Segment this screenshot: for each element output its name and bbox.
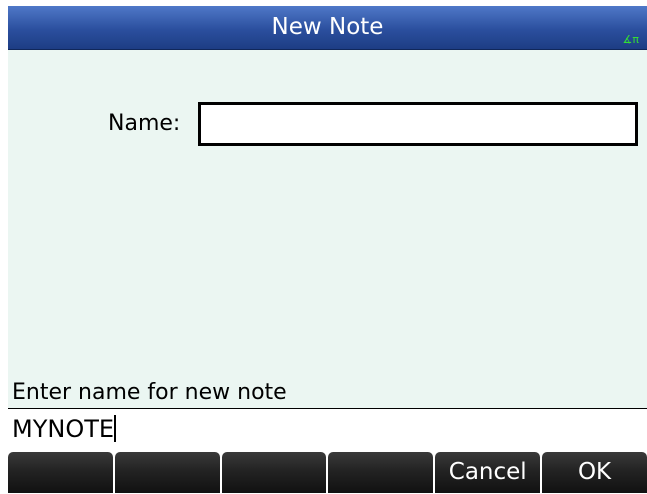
menu-key-3[interactable] xyxy=(221,452,327,493)
menu-key-2[interactable] xyxy=(114,452,220,493)
help-line: Enter name for new note xyxy=(8,377,647,409)
form-area: Name: xyxy=(8,50,647,377)
page-title: New Note xyxy=(271,14,384,40)
menu-key-1[interactable] xyxy=(8,452,113,493)
name-label: Name: xyxy=(108,111,181,136)
angle-mode-icon: ∡π xyxy=(622,33,639,46)
ok-button[interactable]: OK xyxy=(542,452,647,493)
cancel-button[interactable]: Cancel xyxy=(435,452,541,493)
name-field[interactable] xyxy=(198,102,638,146)
title-bar: New Note ∡π xyxy=(8,6,647,50)
calculator-screen: New Note ∡π Name: Enter name for new not… xyxy=(0,0,647,494)
command-line-text: MYNOTE xyxy=(12,415,115,443)
soft-menu-bar: Cancel OK xyxy=(8,451,647,494)
command-line-entry[interactable]: MYNOTE xyxy=(12,414,117,444)
command-line[interactable]: MYNOTE xyxy=(8,409,647,451)
menu-key-4[interactable] xyxy=(328,452,434,493)
help-text: Enter name for new note xyxy=(12,380,287,405)
text-cursor xyxy=(114,415,117,442)
